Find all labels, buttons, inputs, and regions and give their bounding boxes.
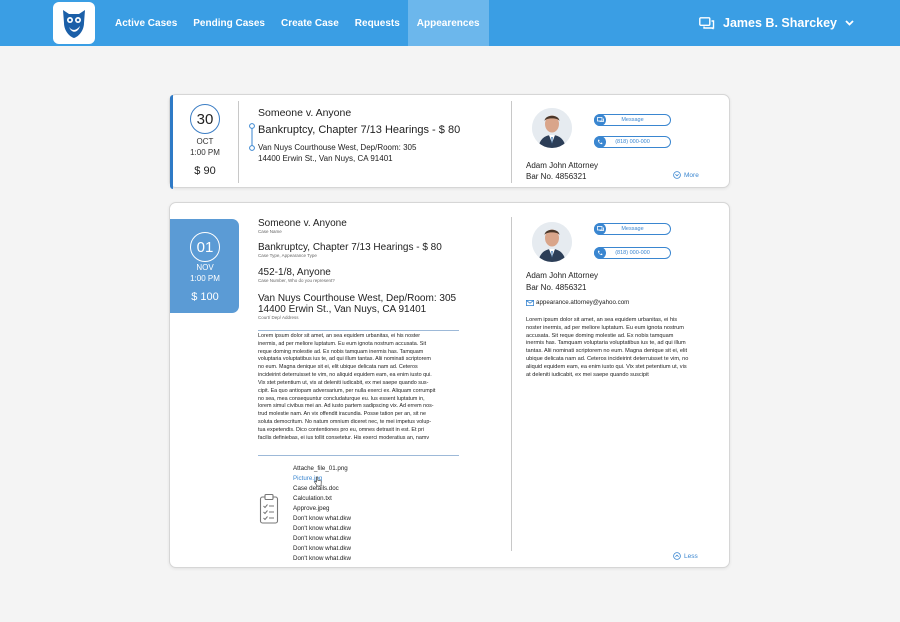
case-type-caption: Case Type, Appearance Type — [258, 253, 317, 258]
appearance-price: $ 90 — [194, 165, 216, 177]
appearance-card-expanded[interactable]: 01 NOV 1:00 PM $ 100 Someone v. Anyone C… — [169, 202, 730, 568]
date-month: NOV — [196, 263, 214, 272]
date-day: 30 — [190, 104, 220, 134]
case-number: 452-1/8, Anyone — [258, 267, 331, 278]
attorney-email[interactable]: appearance.attorney@yahoo.com — [536, 299, 629, 306]
owl-logo-icon — [63, 10, 85, 38]
divider — [511, 217, 512, 551]
phone-button[interactable]: (818) 000-000 — [594, 247, 671, 259]
attachment-file[interactable]: Don't know what.dkw — [293, 525, 351, 532]
tab-create-case[interactable]: Create Case — [273, 0, 347, 46]
case-type: Bankruptcy, Chapter 7/13 Hearings - $ 80 — [258, 124, 461, 136]
message-button[interactable]: Message — [594, 114, 671, 126]
attachment-file[interactable]: Don't know what.dkw — [293, 555, 351, 562]
case-number-caption: Case Number, Who do you represent? — [258, 278, 335, 283]
court-location: Van Nuys Courthouse West, Dep/Room: 305 — [258, 293, 457, 304]
court-address: 14400 Erwin St., Van Nuys, CA 91401 — [258, 304, 427, 315]
phone-icon — [594, 247, 606, 259]
top-nav: Active Cases Pending Cases Create Case R… — [0, 0, 900, 46]
case-description: Lorem ipsum dolor sit amet, an sea equid… — [258, 333, 436, 441]
attorney-name: Adam John Attorney — [526, 161, 599, 170]
case-name: Someone v. Anyone — [258, 107, 352, 119]
less-label: Less — [684, 552, 698, 560]
divider — [258, 455, 459, 456]
date-time: 1:00 PM — [190, 274, 220, 283]
bar-number: Bar No. 4856321 — [526, 283, 587, 292]
less-toggle[interactable]: Less — [673, 552, 698, 560]
attorney-avatar — [532, 108, 572, 148]
attachment-file[interactable]: Don't know what.dkw — [293, 545, 351, 552]
date-day: 01 — [190, 232, 220, 262]
tab-requests[interactable]: Requests — [347, 0, 408, 46]
attorney-avatar — [532, 222, 572, 262]
phone-icon — [594, 136, 606, 148]
chevron-down-icon — [845, 20, 854, 26]
user-menu[interactable]: James B. Sharckey — [699, 0, 854, 46]
tab-appearences[interactable]: Appearences — [407, 0, 489, 46]
case-name-caption: Case Name — [258, 229, 282, 234]
attorney-note: Lorem ipsum dolor sit amet, an sea equid… — [526, 317, 689, 378]
phone-button[interactable]: (818) 000-000 — [594, 136, 671, 148]
app-logo[interactable] — [53, 2, 95, 44]
appearance-card-collapsed[interactable]: 30 OCT 1:00 PM $ 90 Someone v. Anyone Ba… — [169, 94, 730, 189]
more-toggle[interactable]: More — [673, 171, 699, 179]
divider — [258, 330, 459, 331]
court-address: 14400 Erwin St., Van Nuys, CA 91401 — [258, 154, 393, 163]
timeline-icon — [249, 123, 255, 151]
user-name: James B. Sharckey — [723, 16, 837, 30]
email-icon — [526, 300, 534, 306]
chevron-down-circle-icon — [673, 171, 681, 179]
attachment-file[interactable]: Calculation.txt — [293, 495, 332, 502]
message-label: Message — [621, 226, 644, 232]
chat-icon — [594, 223, 606, 235]
phone-label: (818) 000-000 — [615, 250, 650, 256]
message-button[interactable]: Message — [594, 223, 671, 235]
bar-number: Bar No. 4856321 — [526, 172, 587, 181]
phone-label: (818) 000-000 — [615, 139, 650, 145]
date-time: 1:00 PM — [190, 148, 220, 157]
more-label: More — [684, 171, 699, 179]
divider — [511, 101, 512, 183]
attorney-name: Adam John Attorney — [526, 271, 599, 280]
tab-active-cases[interactable]: Active Cases — [107, 0, 185, 46]
attachment-file[interactable]: Don't know what.dkw — [293, 535, 351, 542]
attachment-file[interactable]: Attache_file_01.png — [293, 465, 348, 472]
court-location: Van Nuys Courthouse West, Dep/Room: 305 — [258, 143, 417, 152]
chat-icon — [594, 114, 606, 126]
chat-icon — [699, 16, 715, 30]
case-name: Someone v. Anyone — [258, 218, 347, 229]
card-accent-bar — [170, 95, 173, 189]
attachment-file[interactable]: Approve.jpeg — [293, 505, 329, 512]
attachment-file[interactable]: Don't know what.dkw — [293, 515, 351, 522]
date-month: OCT — [196, 137, 214, 146]
location-caption: Court/ Dep/ Address — [258, 315, 299, 320]
chevron-up-circle-icon — [673, 552, 681, 560]
hand-cursor-icon — [314, 476, 322, 487]
case-type: Bankruptcy, Chapter 7/13 Hearings - $ 80 — [258, 242, 442, 253]
clipboard-icon — [259, 493, 279, 524]
message-label: Message — [621, 117, 644, 123]
appearance-price: $ 100 — [191, 291, 219, 303]
tab-pending-cases[interactable]: Pending Cases — [185, 0, 273, 46]
divider — [238, 101, 239, 183]
nav-tabs: Active Cases Pending Cases Create Case R… — [107, 0, 489, 46]
